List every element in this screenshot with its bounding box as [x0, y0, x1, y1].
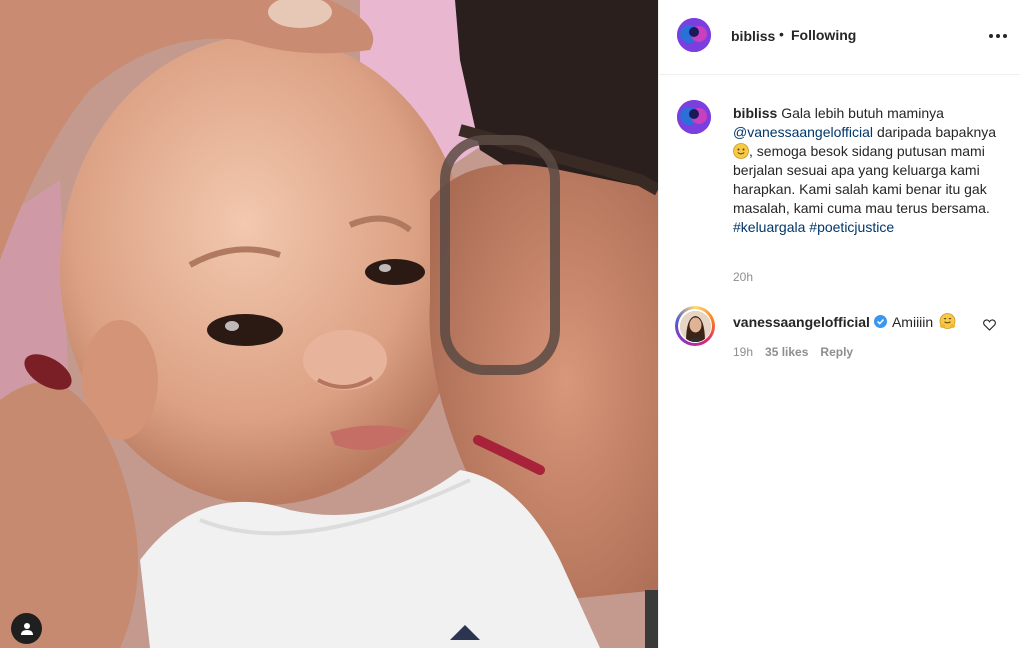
- author-avatar-image: [677, 18, 711, 52]
- verified-badge-icon: [873, 315, 887, 328]
- header-separator: •: [779, 26, 784, 42]
- following-button[interactable]: Following: [791, 27, 856, 43]
- comment-likes[interactable]: 35 likes: [765, 345, 808, 359]
- user-silhouette-icon: [20, 622, 33, 635]
- caption-text-part: Gala lebih butuh maminya: [781, 105, 944, 121]
- caption-text-part: , semoga besok sidang putusan mami berja…: [733, 143, 990, 216]
- heart-outline-icon[interactable]: [983, 319, 996, 331]
- commenter-avatar[interactable]: [675, 306, 715, 346]
- slightly-smiling-face-icon: [733, 143, 749, 159]
- post-image: [0, 0, 658, 648]
- caption-avatar[interactable]: [677, 100, 711, 134]
- caption-text: bibliss Gala lebih butuh maminya @vaness…: [733, 104, 998, 237]
- caption-timestamp[interactable]: 20h: [733, 270, 753, 284]
- post-header: bibliss • Following: [659, 0, 1020, 75]
- comment-text: Amiiiin: [891, 313, 934, 330]
- tag-people-button[interactable]: [11, 613, 42, 644]
- hugging-face-icon: [939, 313, 956, 329]
- author-username[interactable]: bibliss: [731, 28, 775, 44]
- hashtag-link[interactable]: #poeticjustice: [809, 219, 894, 235]
- caption-mention[interactable]: @vanessaangelofficial: [733, 124, 873, 140]
- more-horizontal-icon[interactable]: [989, 32, 1007, 40]
- caption-avatar-image: [677, 100, 711, 134]
- hashtag-link[interactable]: #keluargala: [733, 219, 805, 235]
- caption-username[interactable]: bibliss: [733, 105, 777, 121]
- commenter-username[interactable]: vanessaangelofficial: [733, 314, 870, 330]
- comment-meta: 19h 35 likes Reply: [733, 345, 853, 359]
- post-photo: [0, 0, 658, 648]
- comment-line: vanessaangelofficial Amiiiin: [733, 313, 956, 330]
- reply-button[interactable]: Reply: [820, 345, 853, 359]
- comment-timestamp[interactable]: 19h: [733, 345, 753, 359]
- author-avatar[interactable]: [677, 18, 711, 52]
- commenter-avatar-image: [679, 310, 711, 342]
- post-side-panel: bibliss • Following bibliss Gala lebih b…: [658, 0, 1020, 648]
- caption-text-part: daripada bapaknya: [876, 124, 997, 140]
